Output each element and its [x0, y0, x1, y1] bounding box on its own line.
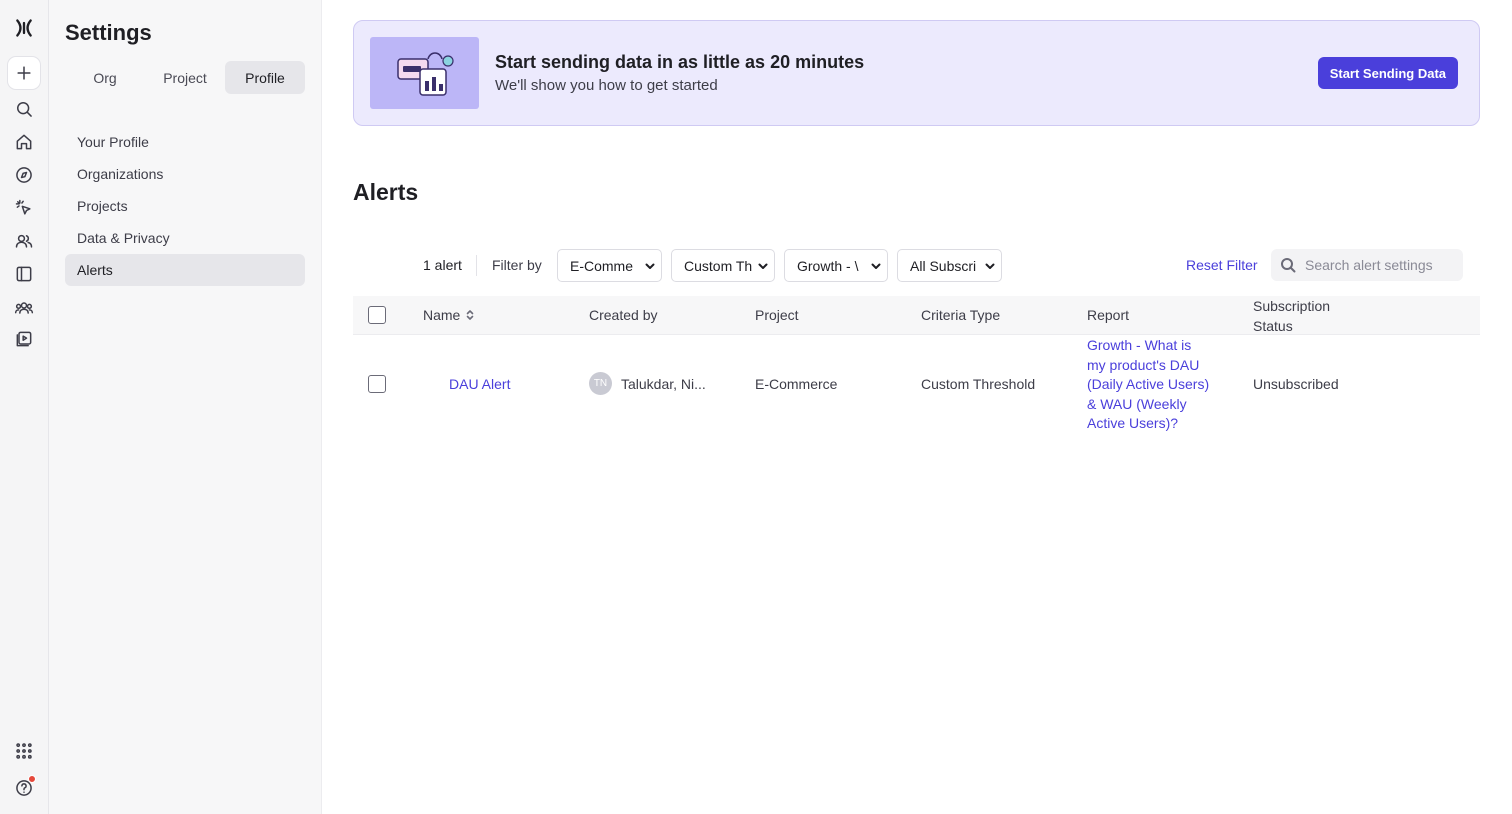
- help-icon[interactable]: [8, 772, 40, 804]
- main-content: Start sending data in as little as 20 mi…: [322, 0, 1512, 814]
- nav-item-organizations[interactable]: Organizations: [65, 158, 305, 190]
- column-header-created-by: Created by: [589, 307, 658, 323]
- page-title: Alerts: [353, 179, 419, 205]
- team-icon[interactable]: [8, 292, 40, 324]
- report-link-line: Growth - What is: [1087, 337, 1192, 353]
- created-by-value: Talukdar, Ni...: [621, 376, 706, 392]
- chevron-down-icon: [639, 259, 661, 273]
- sort-icon[interactable]: [466, 309, 474, 321]
- report-filter-value: Growth - \: [797, 257, 859, 274]
- chevron-down-icon: [752, 259, 774, 273]
- column-header-criteria-type: Criteria Type: [921, 307, 1001, 323]
- app-rail: [0, 0, 49, 814]
- search-icon[interactable]: [8, 93, 40, 125]
- settings-nav: Your Profile Organizations Projects Data…: [65, 126, 305, 286]
- onboarding-banner: Start sending data in as little as 20 mi…: [353, 20, 1480, 126]
- criteria-filter-value: Custom Th: [684, 257, 752, 274]
- alert-count: 1 alert: [423, 257, 462, 273]
- notification-dot: [28, 775, 36, 783]
- criteria-filter-dropdown[interactable]: Custom Th: [671, 249, 775, 282]
- plus-icon[interactable]: [8, 57, 40, 89]
- tab-org[interactable]: Org: [65, 61, 145, 94]
- column-header-name-label: Name: [423, 307, 461, 323]
- filter-label: Filter by: [492, 257, 542, 273]
- project-filter-value: E-Comme: [570, 257, 634, 274]
- chevron-down-icon: [865, 259, 887, 273]
- nav-item-data-privacy[interactable]: Data & Privacy: [65, 222, 305, 254]
- project-value: E-Commerce: [755, 376, 838, 392]
- report-link-line: (Daily Active Users): [1087, 376, 1210, 392]
- search-input[interactable]: [1305, 249, 1455, 281]
- sidebar-layout-icon[interactable]: [8, 258, 40, 290]
- column-header-subscription-line1: Subscription: [1253, 298, 1331, 314]
- reset-filter-link[interactable]: Reset Filter: [1186, 249, 1258, 282]
- report-link[interactable]: Growth - What is my product's DAU (Daily…: [1087, 336, 1237, 434]
- home-icon[interactable]: [8, 126, 40, 158]
- subscription-filter-value: All Subscri: [910, 257, 977, 274]
- banner-title: Start sending data in as little as 20 mi…: [495, 52, 865, 72]
- settings-panel: Settings Org Project Profile Your Profil…: [49, 0, 322, 814]
- tab-project[interactable]: Project: [145, 61, 225, 94]
- nav-item-projects[interactable]: Projects: [65, 190, 305, 222]
- settings-title: Settings: [65, 20, 152, 45]
- play-media-icon[interactable]: [8, 323, 40, 355]
- alert-name-link[interactable]: DAU Alert: [449, 376, 510, 392]
- project-filter-dropdown[interactable]: E-Comme: [557, 249, 662, 282]
- cursor-click-icon[interactable]: [8, 192, 40, 224]
- report-link-line: Active Users)?: [1087, 415, 1179, 431]
- column-header-project: Project: [755, 307, 799, 323]
- report-filter-dropdown[interactable]: Growth - \: [784, 249, 888, 282]
- column-header-subscription-status: Subscription Status: [1253, 297, 1330, 336]
- settings-scope-tabs: Org Project Profile: [65, 61, 305, 94]
- column-header-subscription-line2: Status: [1253, 317, 1293, 334]
- apps-grid-icon[interactable]: [8, 735, 40, 767]
- users-icon[interactable]: [8, 225, 40, 257]
- avatar: TN: [589, 372, 612, 395]
- compass-icon[interactable]: [8, 159, 40, 191]
- banner-subtitle: We'll show you how to get started: [495, 77, 718, 94]
- tab-profile[interactable]: Profile: [225, 61, 305, 94]
- row-checkbox[interactable]: [368, 375, 386, 393]
- alerts-toolbar: 1 alert Filter by E-Comme Custom Th Grow…: [353, 249, 1480, 282]
- search-icon: [1280, 257, 1296, 273]
- table-header: Name Created by Project Criteria Type Re…: [353, 296, 1480, 335]
- chevron-down-icon: [979, 259, 1001, 273]
- subscription-status-value: Unsubscribed: [1253, 376, 1339, 392]
- toolbar-divider: [476, 255, 477, 276]
- alert-search: [1271, 249, 1463, 281]
- report-link-line: & WAU (Weekly: [1087, 395, 1187, 412]
- column-header-report: Report: [1087, 307, 1130, 323]
- mixpanel-logo-icon[interactable]: [8, 12, 40, 44]
- nav-item-alerts[interactable]: Alerts: [65, 254, 305, 286]
- criteria-type-value: Custom Threshold: [921, 376, 1036, 392]
- start-sending-data-button[interactable]: Start Sending Data: [1317, 57, 1458, 89]
- banner-illustration: [370, 37, 479, 109]
- table-row: DAU Alert TN Talukdar, Ni... E-Commerce …: [353, 335, 1480, 434]
- select-all-checkbox[interactable]: [368, 306, 386, 324]
- nav-item-your-profile[interactable]: Your Profile: [65, 126, 305, 158]
- subscription-filter-dropdown[interactable]: All Subscri: [897, 249, 1002, 282]
- column-header-name[interactable]: Name: [423, 307, 474, 323]
- report-link-line: my product's DAU: [1087, 356, 1200, 373]
